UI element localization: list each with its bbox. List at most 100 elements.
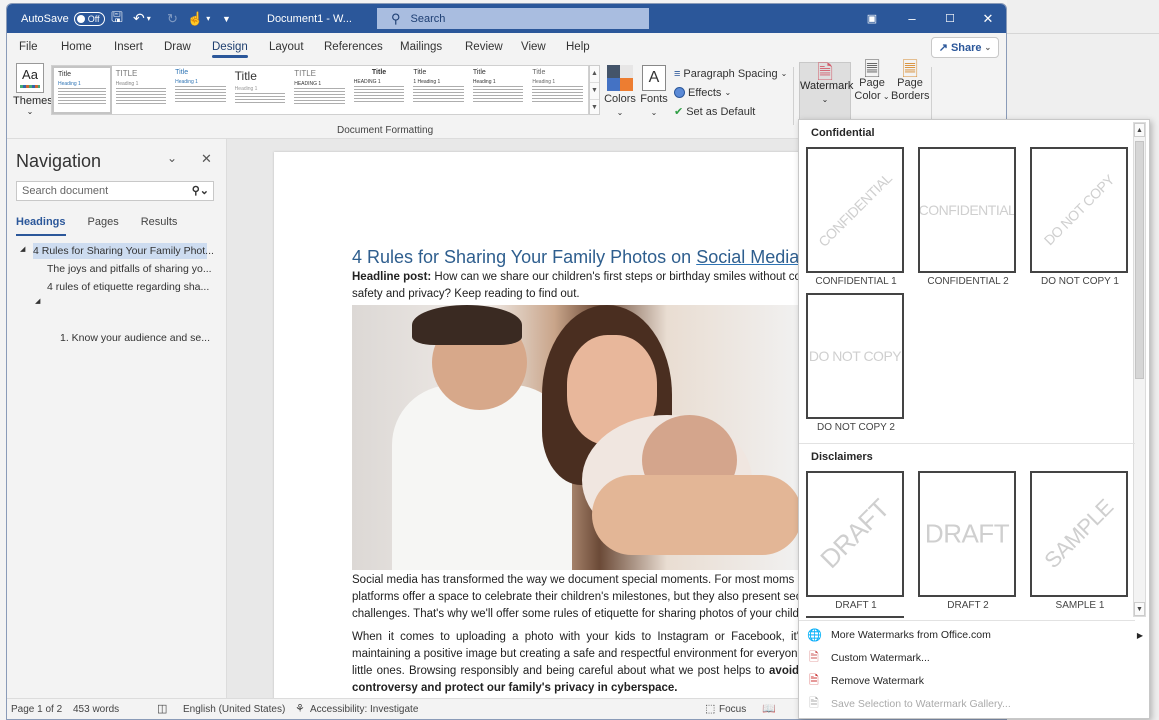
collapse-triangle-icon[interactable]: ◢ [35, 297, 40, 305]
tab-design[interactable]: Design [212, 33, 248, 61]
nav-tab-pages[interactable]: Pages [88, 216, 119, 228]
save-icon[interactable]: 🖫 [111, 4, 123, 33]
page-color-label-2: Color ⌄ [854, 90, 890, 103]
accessibility-status[interactable]: Accessibility: Investigate [310, 704, 418, 715]
family-photo[interactable] [352, 305, 802, 570]
share-button[interactable]: ↗ Share ⌄ [931, 37, 999, 58]
gallery-down-icon[interactable]: ▼ [590, 83, 599, 100]
autosave-switch[interactable]: Off [73, 11, 105, 26]
watermark-draft-2[interactable]: DRAFT DRAFT 2 [918, 471, 1018, 611]
scroll-down-icon[interactable]: ▼ [1134, 602, 1145, 616]
page-borders-icon: 🗏 [901, 59, 919, 81]
customize-qat-icon[interactable]: ▼ [222, 4, 231, 33]
search-box[interactable]: ⚲ Search [377, 8, 649, 29]
nav-tab-headings[interactable]: Headings [16, 216, 66, 236]
style-set-item[interactable]: Title Heading 1 [528, 66, 588, 114]
tab-home[interactable]: Home [61, 33, 92, 61]
style-body-preview [353, 86, 405, 104]
watermark-button[interactable]: 🗎 Watermark ⌄ [799, 62, 853, 120]
search-icon[interactable]: ⚲⌄ [192, 184, 209, 197]
focus-button[interactable]: Focus [719, 704, 746, 715]
custom-watermark-item[interactable]: 🗎 Custom Watermark... [807, 648, 930, 668]
colors-button[interactable]: Colors ⌄ [604, 63, 636, 119]
ribbon-display-icon[interactable]: ▣ [852, 4, 892, 33]
search-document-input[interactable]: Search document ⚲⌄ [16, 181, 214, 201]
section-disclaimers: Disclaimers [811, 451, 873, 463]
gallery-more-icon[interactable]: ▼ [590, 100, 599, 116]
heading-item[interactable]: 1. Know your audience and se... [60, 332, 210, 344]
minimize-icon[interactable]: – [892, 4, 932, 33]
tab-file[interactable]: File [19, 33, 38, 61]
watermark-sample-1[interactable]: SAMPLE SAMPLE 1 [1030, 471, 1130, 611]
close-pane-icon[interactable]: ✕ [201, 151, 212, 167]
body-text: little ones. Browsing responsibly and be… [352, 665, 770, 677]
language-status[interactable]: English (United States) [183, 704, 285, 715]
page-color-button[interactable]: 🗏 Page Color ⌄ [854, 60, 890, 103]
style-set-item[interactable]: Title Heading 1 [171, 66, 231, 114]
style-set-item[interactable]: Title HEADING 1 [350, 66, 410, 114]
pane-options-icon[interactable]: ⌄ [167, 151, 177, 165]
remove-watermark-item[interactable]: 🗎 Remove Watermark [807, 671, 924, 691]
autosave-toggle[interactable]: AutoSave Off [21, 4, 105, 33]
effects-icon [674, 87, 685, 98]
focus-icon[interactable]: ⬚ [705, 702, 715, 715]
more-watermarks-item[interactable]: 🌐 More Watermarks from Office.com ▶ [807, 625, 1143, 645]
ribbon-tabs: File Home Insert Draw Design Layout Refe… [7, 33, 1006, 61]
tab-layout[interactable]: Layout [269, 33, 304, 61]
tab-mailings[interactable]: Mailings [400, 33, 442, 61]
word-count[interactable]: 453 words [73, 704, 119, 715]
watermark-confidential-1[interactable]: CONFIDENTIAL CONFIDENTIAL 1 [806, 147, 906, 287]
undo-icon[interactable]: ↶ ▾ [133, 4, 151, 33]
redo-icon[interactable]: ↻ [167, 4, 178, 33]
style-set-item[interactable]: TITLE HEADING 1 [290, 66, 350, 114]
read-mode-icon[interactable]: 📖 [762, 702, 776, 715]
tab-review[interactable]: Review [465, 33, 503, 61]
style-heading: Heading 1 [472, 79, 496, 85]
desktop-divider [1007, 33, 1159, 34]
style-set-item[interactable]: TITLE Heading 1 [112, 66, 172, 114]
style-set-item[interactable]: Title Heading 1 [231, 66, 291, 114]
document-page[interactable]: 4 Rules for Sharing Your Family Photos o… [274, 152, 834, 712]
paragraph-spacing-button[interactable]: ≡ Paragraph Spacing ⌄ [674, 64, 787, 83]
style-set-item[interactable]: Title 1 Heading 1 [409, 66, 469, 114]
maximize-icon[interactable]: ☐ [930, 4, 970, 33]
heading-item[interactable]: The joys and pitfalls of sharing yo... [47, 263, 212, 275]
tab-help[interactable]: Help [566, 33, 590, 61]
nav-tab-results[interactable]: Results [141, 216, 178, 228]
gallery-up-icon[interactable]: ▲ [590, 66, 599, 83]
page-borders-button[interactable]: 🗏 Page Borders [891, 59, 930, 103]
page-count[interactable]: Page 1 of 2 [11, 704, 62, 715]
watermark-confidential-2[interactable]: CONFIDENTIAL CONFIDENTIAL 2 [918, 147, 1018, 287]
chevron-down-icon: ⌄ [616, 108, 624, 117]
accessibility-icon[interactable]: ⚘ [295, 702, 305, 715]
set-as-default-button[interactable]: ✔ Set as Default [674, 102, 787, 121]
watermark-draft-1[interactable]: DRAFT DRAFT 1 [806, 471, 906, 611]
proofing-icon[interactable]: ◫ [157, 702, 167, 715]
effects-button[interactable]: Effects ⌄ [674, 83, 787, 102]
tab-draw[interactable]: Draw [164, 33, 191, 61]
watermark-preview-text: CONFIDENTIAL [918, 202, 1016, 218]
style-heading: HEADING 1 [353, 79, 381, 85]
close-icon[interactable]: ✕ [968, 4, 1006, 33]
themes-button[interactable]: Aa Themes ⌄ [13, 63, 53, 116]
scroll-up-icon[interactable]: ▲ [1134, 123, 1145, 137]
tab-insert[interactable]: Insert [114, 33, 143, 61]
style-set-item[interactable]: Title Heading 1 [469, 66, 529, 114]
watermark-label: SAMPLE 1 [1055, 600, 1105, 611]
watermark-do-not-copy-1[interactable]: DO NOT COPY DO NOT COPY 1 [1030, 147, 1130, 287]
tab-view[interactable]: View [521, 33, 546, 61]
watermark-do-not-copy-2[interactable]: DO NOT COPY DO NOT COPY 2 [806, 293, 906, 433]
fonts-button[interactable]: A Fonts ⌄ [639, 63, 669, 119]
heading-link-text: Social Media [696, 247, 800, 267]
tab-references[interactable]: References [324, 33, 383, 61]
collapse-triangle-icon[interactable]: ◢ [20, 245, 25, 253]
effects-label: Effects [688, 86, 722, 99]
navigation-title: Navigation [16, 151, 102, 171]
heading-item[interactable]: 4 rules of etiquette regarding sha... [47, 281, 209, 293]
heading-item[interactable]: 4 Rules for Sharing Your Family Phot... [33, 245, 214, 257]
scroll-thumb[interactable] [1135, 141, 1144, 379]
touch-mode-icon[interactable]: ☝ ▾ [187, 4, 210, 33]
style-set-item[interactable]: Title Heading 1 [52, 66, 112, 114]
save-to-gallery-item[interactable]: 🗎 Save Selection to Watermark Gallery... [807, 694, 1011, 714]
gallery-scrollbar[interactable]: ▲ ▼ [1133, 122, 1146, 617]
